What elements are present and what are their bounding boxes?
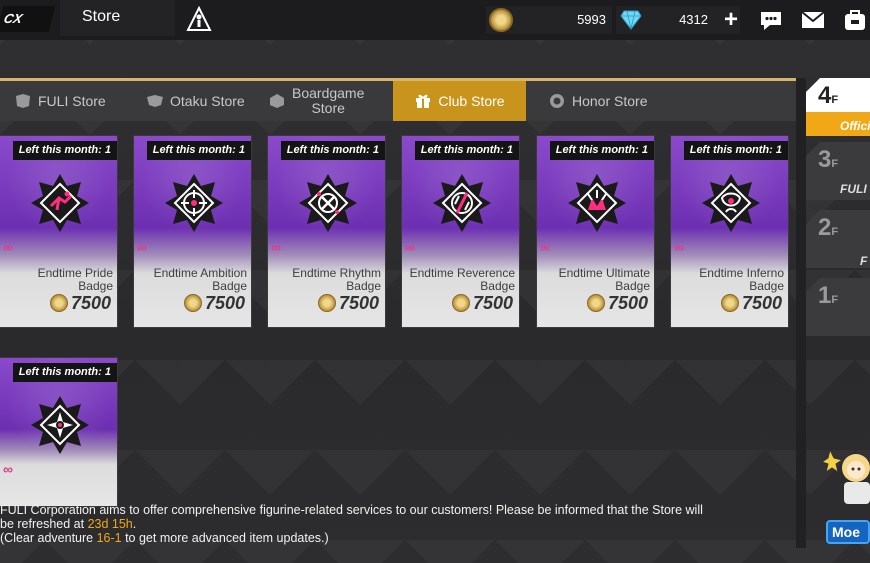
add-gems-button[interactable]: + bbox=[724, 6, 738, 34]
coin-icon bbox=[489, 8, 513, 32]
infinity-icon: ∞ bbox=[3, 239, 13, 255]
price-value: 7500 bbox=[607, 292, 648, 313]
tab-otaku-store[interactable]: Otaku Store bbox=[146, 81, 266, 121]
gem-amount: 4312 bbox=[679, 12, 708, 27]
coin-icon bbox=[317, 294, 336, 312]
price-value: 7500 bbox=[204, 292, 245, 313]
mascot-icon[interactable] bbox=[818, 434, 870, 510]
store-item-card[interactable]: Left this month: 1 ∞ Endtime Reverence B… bbox=[401, 135, 520, 328]
pride-badge-icon bbox=[31, 174, 89, 232]
infinity-icon: ∞ bbox=[540, 239, 550, 255]
tab-label: Honor Store bbox=[572, 93, 648, 109]
price-value: 7500 bbox=[472, 292, 513, 313]
tab-label: Otaku Store bbox=[170, 93, 245, 109]
monthly-limit-tag: Left this month: 1 bbox=[549, 141, 654, 160]
infinity-icon: ∞ bbox=[271, 239, 281, 255]
tab-boardgame-store[interactable]: Boardgame Store bbox=[268, 81, 388, 121]
chat-icon[interactable] bbox=[758, 8, 784, 32]
boardgame-store-icon bbox=[270, 94, 284, 108]
floor-number: 1F bbox=[818, 282, 839, 309]
store-item-card[interactable]: Left this month: 1 ∞ bbox=[0, 357, 118, 507]
monthly-limit-tag: Left this month: 1 bbox=[12, 141, 117, 160]
top-bar: CX Store 5993 4312 + bbox=[0, 0, 870, 40]
rhythm-badge-icon bbox=[299, 174, 357, 232]
floor-number: 4F bbox=[818, 82, 839, 109]
gift-icon bbox=[416, 94, 431, 108]
diamond-icon bbox=[620, 10, 642, 30]
gold-amount: 5993 bbox=[577, 12, 606, 27]
store-item-card[interactable]: Left this month: 1 ∞ Endtime Inferno Bad… bbox=[670, 135, 789, 328]
web-badge-icon bbox=[31, 396, 89, 454]
floor-4-button[interactable]: 4F Offici bbox=[806, 78, 870, 136]
stage-link: 16-1 bbox=[96, 531, 122, 545]
coin-icon bbox=[720, 294, 739, 312]
floor-label: FULI bbox=[840, 182, 867, 196]
item-price: 7500 bbox=[183, 292, 245, 314]
item-price: 7500 bbox=[317, 292, 379, 314]
reverence-badge-icon bbox=[433, 174, 491, 232]
gem-currency: 4312 + bbox=[616, 6, 740, 34]
infinity-icon: ∞ bbox=[3, 461, 13, 477]
price-value: 7500 bbox=[70, 292, 111, 313]
item-price: 7500 bbox=[49, 292, 111, 314]
gold-currency: 5993 bbox=[486, 6, 612, 34]
floor-3-button[interactable]: 3F FULI bbox=[806, 142, 870, 200]
tab-label: Club Store bbox=[438, 93, 505, 109]
store-info-text: FULI Corporation aims to offer comprehen… bbox=[0, 503, 760, 545]
tab-club-store[interactable]: Club Store bbox=[393, 81, 526, 121]
info-line-1: FULI Corporation aims to offer comprehen… bbox=[0, 503, 703, 517]
refresh-timer: 23d 15h bbox=[87, 517, 133, 531]
monthly-limit-tag: Left this month: 1 bbox=[146, 141, 251, 160]
mail-icon[interactable] bbox=[800, 8, 826, 32]
floor-2-button[interactable]: 2F F bbox=[806, 210, 870, 268]
price-value: 7500 bbox=[338, 292, 379, 313]
infinity-icon: ∞ bbox=[137, 239, 147, 255]
coin-icon bbox=[586, 294, 605, 312]
tab-fuli-store[interactable]: FULI Store bbox=[14, 81, 134, 121]
info-line-2: be refreshed at 23d 15h. bbox=[0, 517, 137, 531]
item-price: 7500 bbox=[586, 292, 648, 314]
tab-label: Boardgame Store bbox=[292, 86, 364, 116]
monthly-limit-tag: Left this month: 1 bbox=[280, 141, 385, 160]
floor-divider bbox=[796, 78, 806, 548]
game-logo: CX bbox=[0, 6, 56, 32]
floor-1-button[interactable]: 1F bbox=[806, 278, 870, 336]
monthly-limit-tag: Left this month: 1 bbox=[12, 363, 117, 382]
tab-label: FULI Store bbox=[38, 93, 106, 109]
infinity-icon: ∞ bbox=[674, 239, 684, 255]
moe-button[interactable]: Moe bbox=[826, 520, 870, 544]
monthly-limit-tag: Left this month: 1 bbox=[414, 141, 519, 160]
tab-label-line1: Boardgame bbox=[292, 85, 365, 101]
item-price: 7500 bbox=[451, 292, 513, 314]
coin-icon bbox=[49, 294, 68, 312]
ultimate-badge-icon bbox=[568, 174, 626, 232]
coin-icon bbox=[451, 294, 470, 312]
floor-number: 2F bbox=[818, 214, 839, 241]
floor-number: 3F bbox=[818, 146, 839, 173]
floor-label: Offici bbox=[840, 119, 870, 133]
ambition-badge-icon bbox=[165, 174, 223, 232]
tab-honor-store[interactable]: Honor Store bbox=[548, 81, 668, 121]
store-item-card[interactable]: Left this month: 1 ∞ Endtime Pride Badge… bbox=[0, 135, 118, 328]
store-item-card[interactable]: Left this month: 1 ∞ Endtime Ultimate Ba… bbox=[536, 135, 655, 328]
monthly-limit-tag: Left this month: 1 bbox=[683, 141, 788, 160]
coin-icon bbox=[183, 294, 202, 312]
store-item-card[interactable]: Left this month: 1 ∞ Endtime Ambition Ba… bbox=[133, 135, 252, 328]
store-item-card[interactable]: Left this month: 1 ∞ Endtime Rhythm Badg… bbox=[267, 135, 386, 328]
inferno-badge-icon bbox=[702, 174, 760, 232]
home-nav-icon[interactable] bbox=[186, 6, 212, 32]
info-line-3: (Clear adventure 16-1 to get more advanc… bbox=[0, 531, 329, 545]
store-tabs: FULI Store Otaku Store Boardgame Store C… bbox=[0, 81, 796, 121]
item-price: 7500 bbox=[720, 292, 782, 314]
otaku-store-icon bbox=[147, 95, 163, 107]
price-value: 7500 bbox=[741, 292, 782, 313]
honor-store-icon bbox=[550, 94, 564, 108]
fuli-store-icon bbox=[16, 94, 30, 108]
page-title: Store bbox=[82, 8, 121, 25]
floor-label: F bbox=[860, 254, 868, 268]
backpack-icon[interactable] bbox=[842, 8, 868, 32]
infinity-icon: ∞ bbox=[405, 239, 415, 255]
tab-label-line2: Store bbox=[311, 100, 345, 116]
